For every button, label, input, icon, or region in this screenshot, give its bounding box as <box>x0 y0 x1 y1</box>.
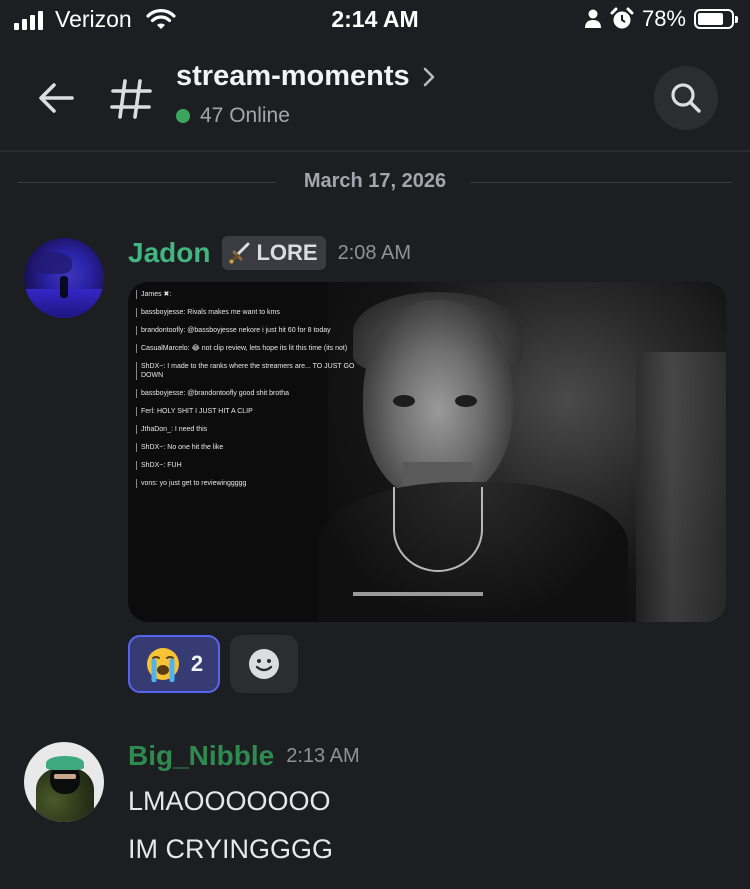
sword-icon <box>229 242 250 264</box>
loudly-crying-face-icon <box>146 648 179 682</box>
battery-percent: 78% <box>641 6 686 31</box>
back-button[interactable] <box>34 76 78 120</box>
username[interactable]: Jadon <box>128 237 210 269</box>
channel-name: stream-moments <box>176 60 410 92</box>
chat-line: ShDX~: FUH <box>136 461 356 470</box>
reaction-crying[interactable]: 2 <box>128 635 220 693</box>
hash-icon <box>110 79 152 119</box>
role-label: LORE <box>256 240 318 265</box>
battery-fill <box>698 13 723 25</box>
role-badge[interactable]: LORE <box>222 236 326 270</box>
chat-line: ShDX~: No one hit the like <box>136 443 356 452</box>
status-bar: Verizon 2:14 AM 78% <box>0 0 750 40</box>
search-button[interactable] <box>654 66 718 130</box>
message-text: IM CRYINGGGG <box>128 834 334 864</box>
reaction-count: 2 <box>190 651 204 676</box>
date-divider: March 17, 2026 <box>18 168 732 196</box>
message-header: Jadon LORE 2:08 AM <box>128 236 411 270</box>
online-status: 47 Online <box>176 104 290 128</box>
chat-line: James ✖: <box>136 290 356 299</box>
message-time: 2:08 AM <box>337 241 411 264</box>
image-attachment[interactable]: James ✖: bassboyjesse: Rivals makes me w… <box>128 282 726 622</box>
channel-header: stream-moments 47 Online <box>0 48 750 148</box>
chat-line: JthaDon_: I need this <box>136 425 356 434</box>
chevron-right-icon <box>423 67 434 86</box>
avatar-big-nibble[interactable] <box>24 742 104 822</box>
search-icon <box>671 83 701 113</box>
back-arrow-icon <box>39 83 74 113</box>
chat-line: vons: yo just get to reviewinggggg <box>136 479 356 488</box>
channel-title[interactable]: stream-moments <box>176 60 436 93</box>
chat-line: CasualMarcelo: 😂 not clip review, lets h… <box>136 344 356 353</box>
online-dot <box>176 109 190 123</box>
chat-line: bassboyjesse: @brandontoofly good shit b… <box>136 389 356 398</box>
alarm-icon <box>610 7 634 29</box>
status-right: 78% <box>584 6 738 32</box>
message-text: LMAOOOOOOO <box>128 786 331 816</box>
stream-chat-overlay: James ✖: bassboyjesse: Rivals makes me w… <box>136 290 356 497</box>
chat-line: ShDX~: I made to the ranks where the str… <box>136 362 356 380</box>
add-reaction-button[interactable] <box>230 635 298 693</box>
add-reaction-icon <box>249 649 279 679</box>
reactions-bar: 2 <box>128 635 298 693</box>
online-count: 47 Online <box>200 104 290 127</box>
chat-line: bassboyjesse: Rivals makes me want to km… <box>136 308 356 317</box>
message-time: 2:13 AM <box>286 744 360 767</box>
username[interactable]: Big_Nibble <box>128 740 274 772</box>
battery-icon <box>694 9 738 29</box>
chat-line: brandontoofly: @bassboyjesse nekore i ju… <box>136 326 356 335</box>
message-header: Big_Nibble 2:13 AM <box>128 740 360 772</box>
person-icon <box>584 9 601 28</box>
avatar-jadon[interactable] <box>24 238 104 318</box>
chat-line: Ferl: HOLY SHIT I JUST HIT A CLIP <box>136 407 356 416</box>
header-divider <box>0 150 750 152</box>
